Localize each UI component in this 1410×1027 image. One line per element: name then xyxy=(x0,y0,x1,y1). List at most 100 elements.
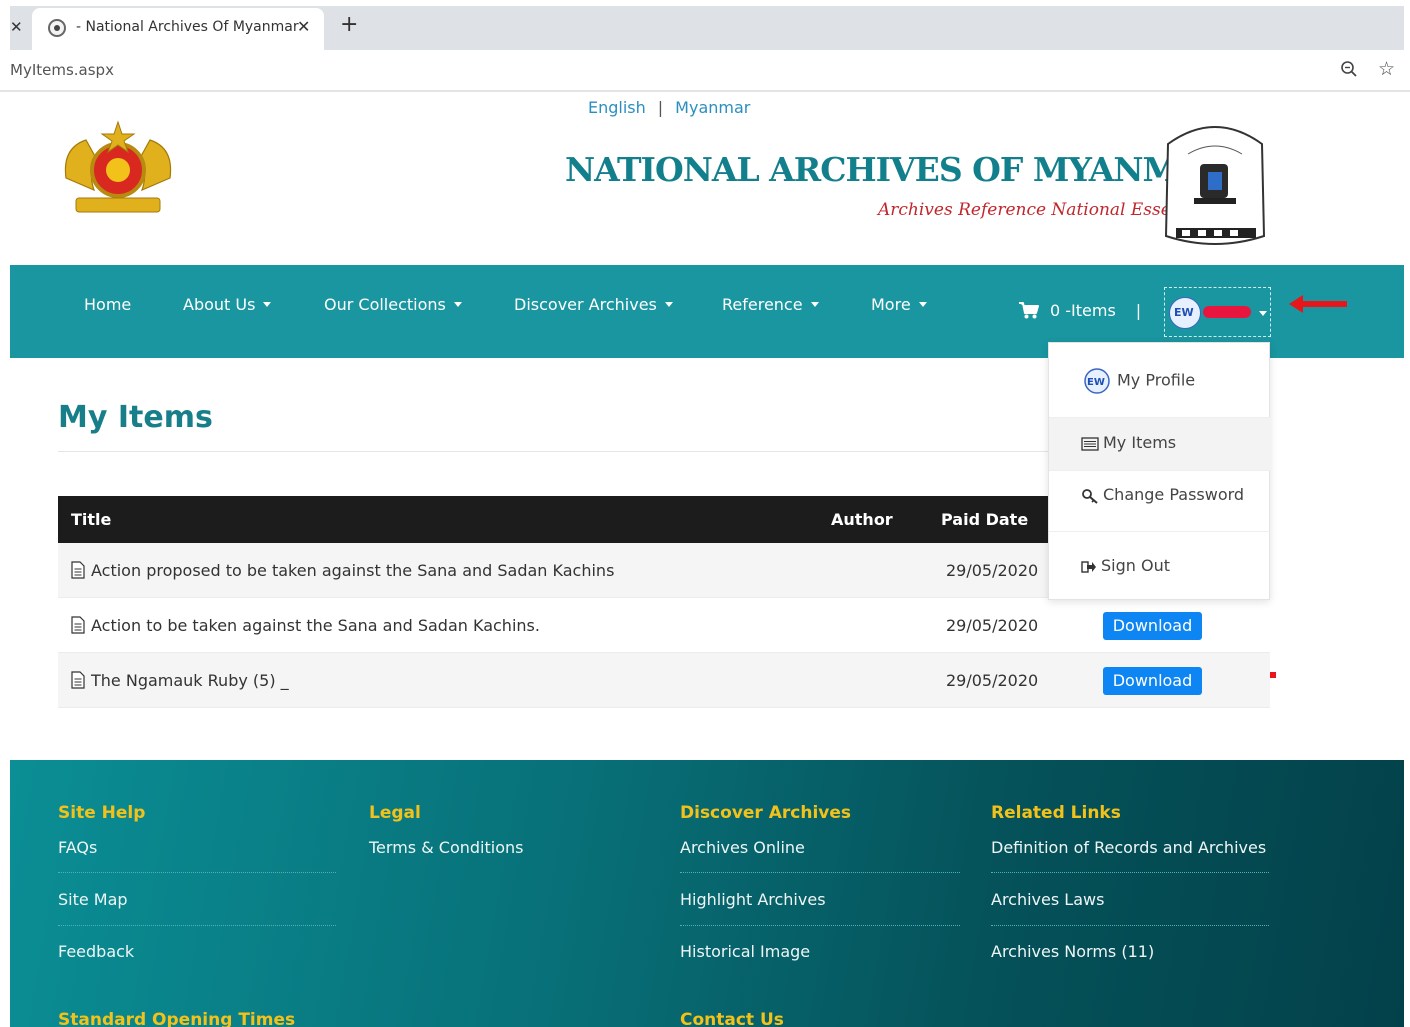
nav-home-label: Home xyxy=(84,295,132,314)
menu-item-sign-out[interactable]: Sign Out xyxy=(1049,556,1271,575)
caret-down-icon xyxy=(918,302,927,307)
nav-our-collections[interactable]: Our Collections xyxy=(324,295,462,314)
table-row: Action to be taken against the Sana and … xyxy=(58,598,1270,653)
browser-tab[interactable]: - National Archives Of Myanmar ✕ xyxy=(32,8,324,50)
footer-heading-legal: Legal xyxy=(369,803,421,823)
footer-heading-opening-times: Standard Opening Times xyxy=(58,1010,296,1027)
footer-link-archives-online[interactable]: Archives Online xyxy=(680,838,805,857)
site-title[interactable]: NATIONAL ARCHIVES OF MYANMAR xyxy=(565,150,1230,189)
cart-separator: | xyxy=(1135,301,1142,320)
lang-english-link[interactable]: English xyxy=(588,98,646,117)
site-footer: Site Help FAQs Site Map Feedback Legal T… xyxy=(10,760,1404,1027)
annotation-arrow-icon xyxy=(1289,295,1347,313)
sign-out-icon xyxy=(1081,560,1096,573)
caret-down-icon xyxy=(453,302,462,307)
nav-home[interactable]: Home xyxy=(84,295,131,314)
national-archives-seal-icon[interactable] xyxy=(1158,116,1272,258)
footer-divider xyxy=(58,872,336,873)
menu-item-label: Change Password xyxy=(1103,485,1245,504)
redacted-username xyxy=(1203,306,1251,318)
footer-link-definition[interactable]: Definition of Records and Archives xyxy=(991,838,1266,857)
caret-down-icon xyxy=(664,302,673,307)
footer-link-terms[interactable]: Terms & Conditions xyxy=(369,838,523,857)
footer-divider xyxy=(991,925,1269,926)
page-title: My Items xyxy=(58,400,213,435)
favicon-icon xyxy=(48,19,66,37)
url-field[interactable]: MyItems.aspx xyxy=(10,61,114,79)
footer-link-highlight-archives[interactable]: Highlight Archives xyxy=(680,890,826,909)
zoom-icon[interactable] xyxy=(1340,60,1358,78)
item-paid-date: 29/05/2020 xyxy=(946,671,1039,690)
caret-down-icon xyxy=(1259,311,1267,316)
cart-link[interactable]: 0 -Items | xyxy=(1018,301,1141,320)
col-author: Author xyxy=(831,510,893,529)
footer-link-site-map[interactable]: Site Map xyxy=(58,890,128,909)
footer-link-feedback[interactable]: Feedback xyxy=(58,942,134,961)
cart-count: 0 -Items xyxy=(1050,301,1116,320)
user-menu-toggle[interactable] xyxy=(1164,287,1271,337)
item-paid-date: 29/05/2020 xyxy=(946,616,1039,635)
download-button[interactable]: Download xyxy=(1103,667,1202,695)
close-icon[interactable]: ✕ xyxy=(10,18,23,36)
lang-myanmar-link[interactable]: Myanmar xyxy=(675,98,750,117)
nav-more-label: More xyxy=(871,295,911,314)
footer-link-historical-image[interactable]: Historical Image xyxy=(680,942,810,961)
menu-item-my-items[interactable]: My Items xyxy=(1049,418,1271,470)
close-tab-icon[interactable]: ✕ xyxy=(297,17,310,36)
footer-divider xyxy=(680,925,960,926)
nav-discover-archives[interactable]: Discover Archives xyxy=(514,295,673,314)
key-icon xyxy=(1082,488,1098,504)
footer-heading-related-links: Related Links xyxy=(991,803,1121,823)
caret-down-icon xyxy=(810,302,819,307)
footer-link-archives-norms[interactable]: Archives Norms (11) xyxy=(991,942,1154,961)
menu-item-my-profile[interactable]: EW My Profile xyxy=(1049,367,1271,395)
footer-heading-site-help: Site Help xyxy=(58,803,146,823)
footer-divider xyxy=(991,872,1269,873)
caret-down-icon xyxy=(263,302,272,307)
item-title-link[interactable]: The Ngamauk Ruby (5) _ xyxy=(91,671,289,690)
nav-reference[interactable]: Reference xyxy=(722,295,819,314)
nav-reference-label: Reference xyxy=(722,295,803,314)
language-switcher: English | Myanmar xyxy=(588,98,750,117)
state-emblem-icon[interactable] xyxy=(58,118,178,216)
item-title-link[interactable]: Action to be taken against the Sana and … xyxy=(91,616,540,635)
nav-discover-archives-label: Discover Archives xyxy=(514,295,657,314)
menu-item-label: My Items xyxy=(1103,433,1177,452)
nav-about-us-label: About Us xyxy=(183,295,256,314)
site-tagline: Archives Reference National Essence xyxy=(878,200,1202,220)
footer-link-faqs[interactable]: FAQs xyxy=(58,838,97,857)
nav-more[interactable]: More xyxy=(871,295,927,314)
menu-item-label: Sign Out xyxy=(1101,556,1170,575)
nav-about-us[interactable]: About Us xyxy=(183,295,272,314)
address-bar: MyItems.aspx ☆ xyxy=(0,50,1410,92)
item-title-link[interactable]: Action proposed to be taken against the … xyxy=(91,561,614,580)
svg-text:EW: EW xyxy=(1087,377,1105,388)
nav-our-collections-label: Our Collections xyxy=(324,295,446,314)
bookmark-star-icon[interactable]: ☆ xyxy=(1378,58,1395,80)
list-icon xyxy=(1081,436,1099,451)
download-button[interactable]: Download xyxy=(1103,612,1202,640)
col-paid-date: Paid Date xyxy=(941,510,1029,529)
document-icon xyxy=(71,671,85,689)
tab-title: - National Archives Of Myanmar xyxy=(76,19,299,35)
shopping-cart-icon xyxy=(1019,302,1039,319)
menu-divider xyxy=(1049,470,1271,471)
footer-divider xyxy=(680,872,960,873)
profile-avatar-icon: EW xyxy=(1084,368,1110,394)
document-icon xyxy=(71,561,85,579)
item-paid-date: 29/05/2020 xyxy=(946,561,1039,580)
footer-divider xyxy=(58,925,336,926)
browser-tabstrip: ✕ - National Archives Of Myanmar ✕ + xyxy=(0,0,1410,50)
user-dropdown-menu: EW My Profile My Items Change Password S… xyxy=(1048,342,1271,600)
menu-item-label: My Profile xyxy=(1117,370,1196,390)
lang-separator: | xyxy=(657,98,664,117)
footer-heading-discover-archives: Discover Archives xyxy=(680,803,852,823)
menu-item-change-password[interactable]: Change Password xyxy=(1049,485,1271,504)
menu-divider xyxy=(1049,531,1271,532)
document-icon xyxy=(71,616,85,634)
new-tab-icon[interactable]: + xyxy=(340,12,358,37)
footer-link-archives-laws[interactable]: Archives Laws xyxy=(991,890,1104,909)
col-title: Title xyxy=(71,510,112,529)
table-row: The Ngamauk Ruby (5) _ 29/05/2020 Downlo… xyxy=(58,653,1270,708)
user-avatar xyxy=(1169,297,1201,329)
